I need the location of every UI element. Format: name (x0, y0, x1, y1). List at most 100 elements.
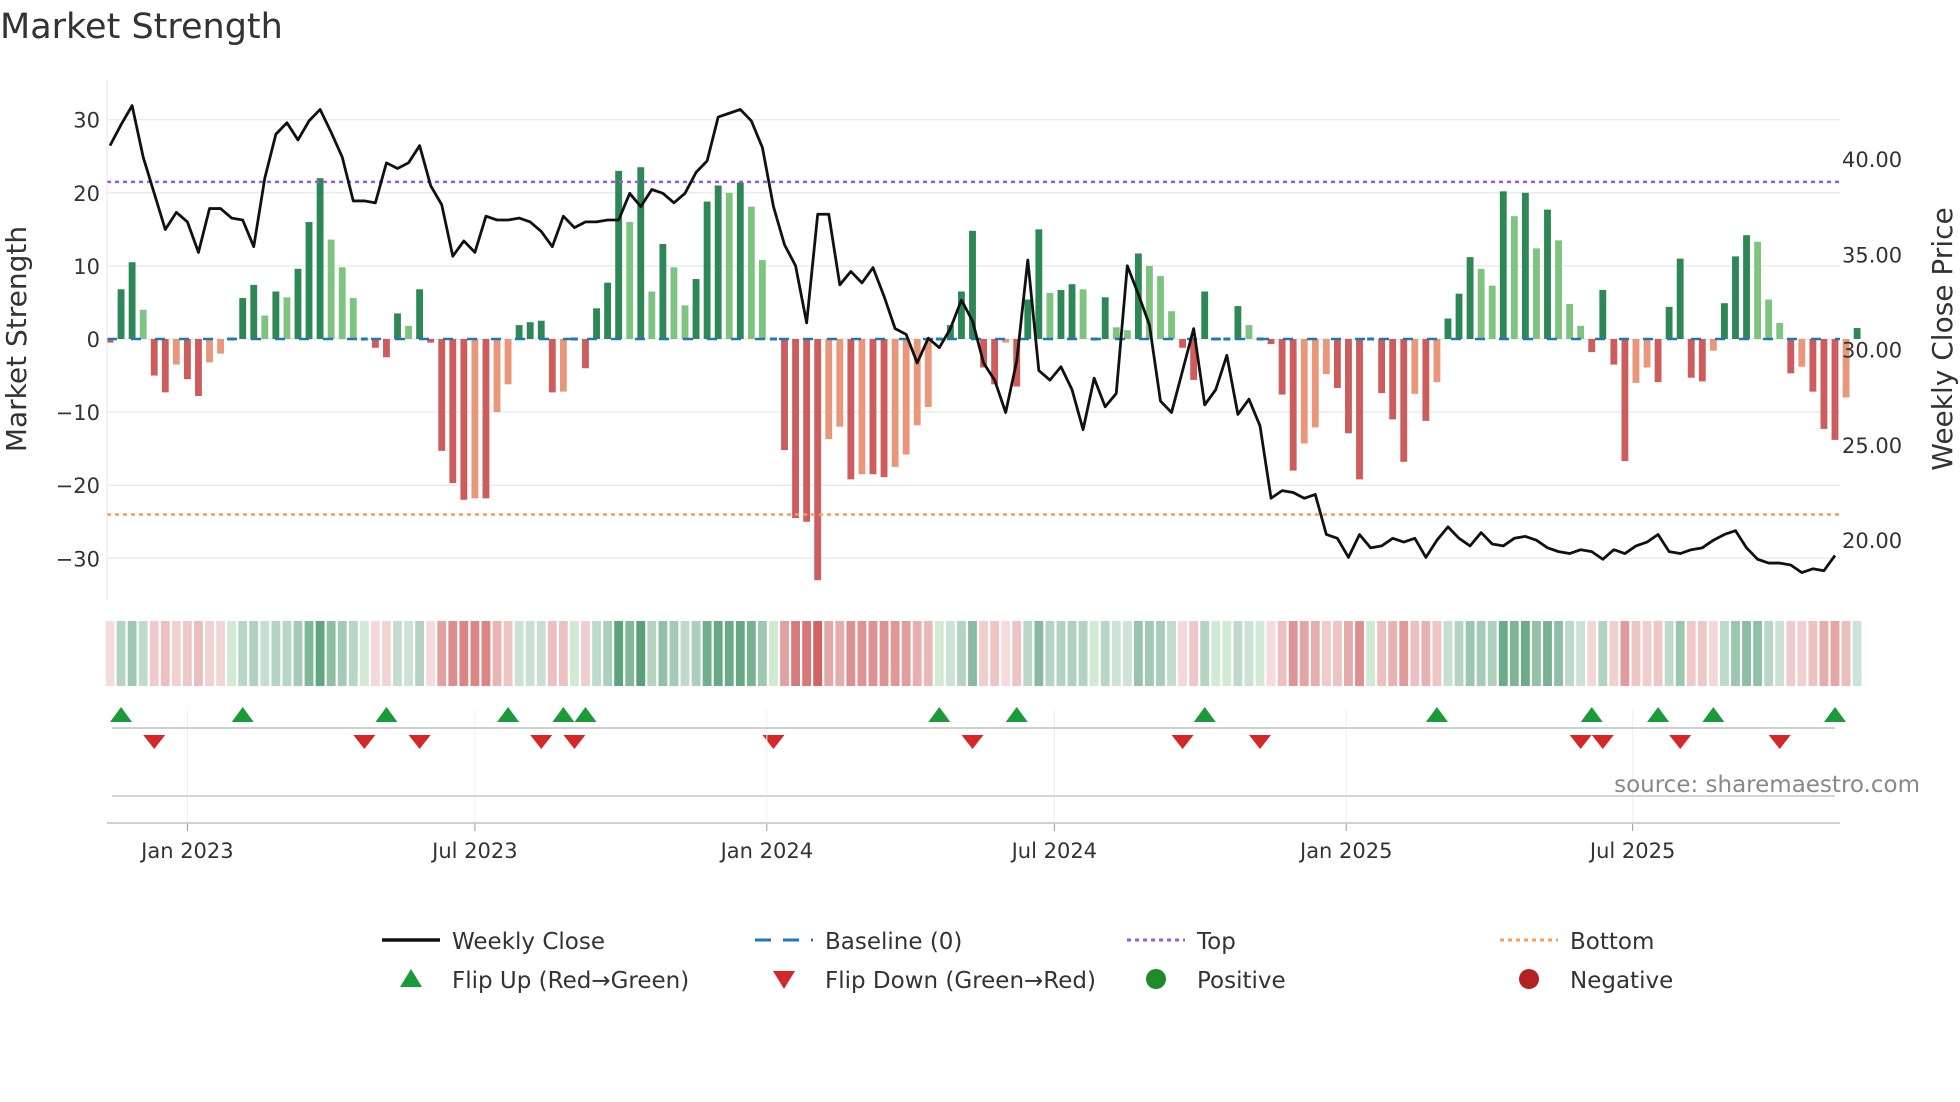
heat-cell (437, 621, 447, 686)
bar-positive (1776, 322, 1784, 339)
bar-positive (1444, 318, 1452, 339)
bar-negative (504, 339, 512, 385)
heat-cell (1465, 621, 1475, 686)
bar-negative (781, 339, 788, 451)
heat-cell (238, 621, 248, 686)
legend-label: Bottom (1570, 929, 1654, 955)
bar-negative (449, 339, 457, 484)
bar-positive (1046, 292, 1054, 339)
heat-cell (945, 621, 955, 686)
heat-cell (1786, 621, 1796, 686)
flip-up-marker (497, 707, 520, 722)
bar-negative (1389, 339, 1397, 420)
heat-cell (1487, 621, 1497, 686)
heat-cell (1841, 621, 1851, 686)
heat-cell (581, 621, 590, 686)
bar-positive (747, 206, 755, 339)
heat-cell (470, 621, 480, 686)
y2-axis-label: Weekly Close Price (1926, 207, 1959, 470)
heat-cell (149, 621, 159, 686)
bar-positive (1157, 276, 1164, 339)
x-tick-label: Jan 2024 (719, 839, 814, 863)
bar-positive (1057, 290, 1065, 339)
bar-negative (206, 339, 213, 363)
heat-cell (813, 621, 823, 686)
flip-down-marker (961, 735, 984, 749)
flip-up-marker (110, 707, 133, 722)
bar-positive (736, 182, 744, 339)
heat-cell (802, 621, 812, 686)
y-tick-label: −30 (56, 547, 100, 571)
legend-triangle-up-icon (400, 969, 422, 987)
heat-cell (160, 621, 170, 686)
bar-negative (814, 339, 822, 581)
bar-negative (1621, 339, 1629, 462)
bar-negative (836, 339, 844, 427)
heat-cell (857, 621, 867, 686)
bar-negative (1411, 339, 1419, 394)
heat-cell (514, 621, 524, 686)
heat-cell (1244, 621, 1254, 686)
legend-label: Baseline (0) (825, 929, 962, 955)
bar-positive (692, 279, 700, 339)
bar-negative (847, 339, 855, 480)
bar-positive (1754, 241, 1762, 339)
bar-positive (338, 267, 346, 339)
heat-cell (1344, 621, 1353, 686)
heat-cell (116, 621, 126, 686)
heat-cell (326, 621, 336, 686)
heat-cell (569, 621, 579, 686)
bar-positive (117, 289, 125, 339)
heat-cell (868, 621, 878, 686)
bar-negative (1610, 339, 1618, 365)
heat-cell (1045, 621, 1055, 686)
heat-cell (923, 621, 933, 686)
heat-cell (1576, 621, 1586, 686)
bar-negative (1378, 339, 1386, 394)
heat-cell (647, 621, 657, 686)
heat-cell (1233, 621, 1243, 686)
bar-positive (1477, 268, 1485, 339)
heat-cell (1023, 621, 1033, 686)
bar-negative (493, 339, 501, 413)
y2-tick-label: 30.00 (1842, 339, 1902, 363)
y2-tick-label: 25.00 (1842, 434, 1902, 458)
heat-cell (746, 621, 756, 686)
heat-cell (1399, 621, 1409, 686)
heat-cell (426, 621, 436, 686)
heat-cell (1012, 621, 1022, 686)
bar-positive (394, 313, 401, 339)
heat-cell (1620, 621, 1630, 686)
heat-cell (1266, 621, 1276, 686)
heat-cell (603, 621, 613, 686)
bar-negative (183, 339, 191, 380)
heat-cell (415, 621, 425, 686)
bar-negative (924, 339, 932, 407)
flip-up-marker (1580, 707, 1603, 722)
bar-negative (1322, 339, 1330, 375)
heat-cell (1156, 621, 1165, 686)
heat-cell (536, 621, 546, 686)
heat-cell (1852, 621, 1862, 686)
bar-negative (1687, 339, 1695, 378)
heat-cell (1222, 621, 1232, 686)
heat-cell (105, 621, 115, 686)
bar-negative (1422, 339, 1430, 421)
legend: Weekly Close Baseline (0) Top Bottom Flip Up… (382, 929, 1673, 994)
bar-negative (460, 339, 468, 500)
bar-negative (880, 339, 888, 478)
heat-cell (1067, 621, 1077, 686)
heat-cell (1299, 621, 1309, 686)
flip-down-marker (1768, 735, 1791, 749)
bar-negative (1311, 339, 1319, 428)
heat-cell (879, 621, 889, 686)
heat-cell (669, 621, 679, 686)
flip-up-marker (231, 707, 254, 722)
bar-positive (1079, 289, 1087, 339)
legend-label: Negative (1570, 968, 1673, 994)
heat-cell (382, 621, 391, 686)
heat-cell (1631, 621, 1641, 686)
bar-positive (1466, 257, 1474, 339)
bar-positive (1743, 235, 1750, 339)
heat-cell (1133, 621, 1143, 686)
